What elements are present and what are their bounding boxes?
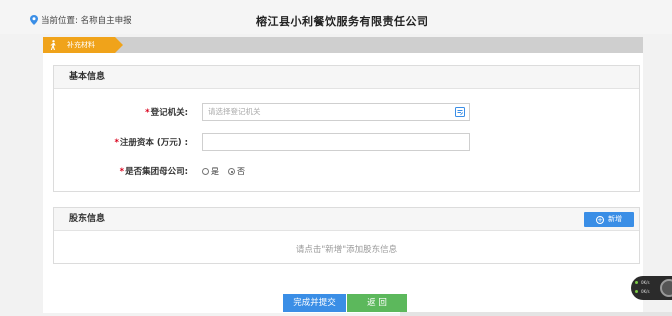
main-content: 基本信息 *登记机关: 请选择登记机关 *注册资本 (万元) : *是否集团母公… bbox=[43, 53, 643, 313]
registered-capital-row: *注册资本 (万元) : bbox=[54, 133, 639, 151]
status-dot bbox=[635, 290, 638, 293]
group-parent-label: *是否集团母公司: bbox=[119, 167, 188, 177]
back-button[interactable]: 返 回 bbox=[347, 294, 407, 312]
location-pin-icon bbox=[30, 15, 38, 25]
registration-authority-label: *登记机关: bbox=[145, 108, 188, 118]
registered-capital-label: *注册资本 (万元) : bbox=[114, 138, 188, 148]
shareholder-info-title: 股东信息 bbox=[54, 208, 639, 231]
registration-authority-placeholder: 请选择登记机关 bbox=[208, 107, 261, 116]
company-name: 榕江县小利餐饮服务有限责任公司 bbox=[256, 15, 429, 28]
download-speed: 0K/s bbox=[641, 289, 650, 294]
network-speed-widget[interactable]: 0K/s 0K/s bbox=[631, 276, 672, 300]
group-parent-radio-group: 是 否 bbox=[202, 166, 254, 177]
step-bar: 补充材料 bbox=[43, 37, 643, 53]
required-mark: * bbox=[114, 138, 119, 148]
group-parent-row: *是否集团母公司: 是 否 bbox=[54, 162, 639, 180]
person-walking-icon bbox=[50, 40, 56, 50]
registration-authority-select[interactable]: 请选择登记机关 bbox=[202, 103, 470, 121]
breadcrumb-text: 当前位置: 名称自主申报 bbox=[41, 16, 132, 26]
page: 当前位置: 名称自主申报 榕江县小利餐饮服务有限责任公司 补充材料 基本信息 *… bbox=[0, 0, 672, 316]
shareholder-info-panel: 股东信息 + 新增 请点击"新增"添加股东信息 bbox=[53, 207, 640, 264]
registration-authority-row: *登记机关: 请选择登记机关 bbox=[54, 103, 639, 121]
step-label: 补充材料 bbox=[67, 41, 95, 49]
radio-no[interactable] bbox=[228, 168, 235, 175]
top-bar: 当前位置: 名称自主申报 榕江县小利餐饮服务有限责任公司 bbox=[0, 0, 672, 34]
submit-button[interactable]: 完成并提交 bbox=[283, 294, 346, 312]
required-mark: * bbox=[119, 167, 125, 177]
radio-yes[interactable] bbox=[202, 168, 209, 175]
bottom-strip bbox=[400, 312, 672, 316]
step-supplement-materials[interactable]: 补充材料 bbox=[43, 37, 123, 53]
picker-icon[interactable] bbox=[455, 107, 465, 117]
radio-option-yes[interactable]: 是 bbox=[202, 166, 219, 177]
add-shareholder-button[interactable]: + 新增 bbox=[584, 212, 634, 227]
radio-option-no[interactable]: 否 bbox=[228, 166, 245, 177]
upload-speed: 0K/s bbox=[641, 280, 650, 285]
radio-yes-label: 是 bbox=[211, 167, 219, 176]
radio-no-label: 否 bbox=[237, 167, 245, 176]
status-dot bbox=[635, 281, 638, 284]
basic-info-title: 基本信息 bbox=[54, 66, 639, 89]
shareholder-empty-tip: 请点击"新增"添加股东信息 bbox=[295, 245, 398, 255]
registered-capital-input[interactable] bbox=[202, 133, 470, 151]
add-shareholder-label: 新增 bbox=[608, 215, 622, 223]
plus-circle-icon: + bbox=[596, 216, 604, 224]
breadcrumb: 当前位置: 名称自主申报 bbox=[30, 14, 132, 26]
widget-toggle-icon[interactable] bbox=[660, 279, 672, 297]
required-mark: * bbox=[145, 108, 150, 118]
basic-info-panel: 基本信息 *登记机关: 请选择登记机关 *注册资本 (万元) : *是否集团母公… bbox=[53, 65, 640, 192]
